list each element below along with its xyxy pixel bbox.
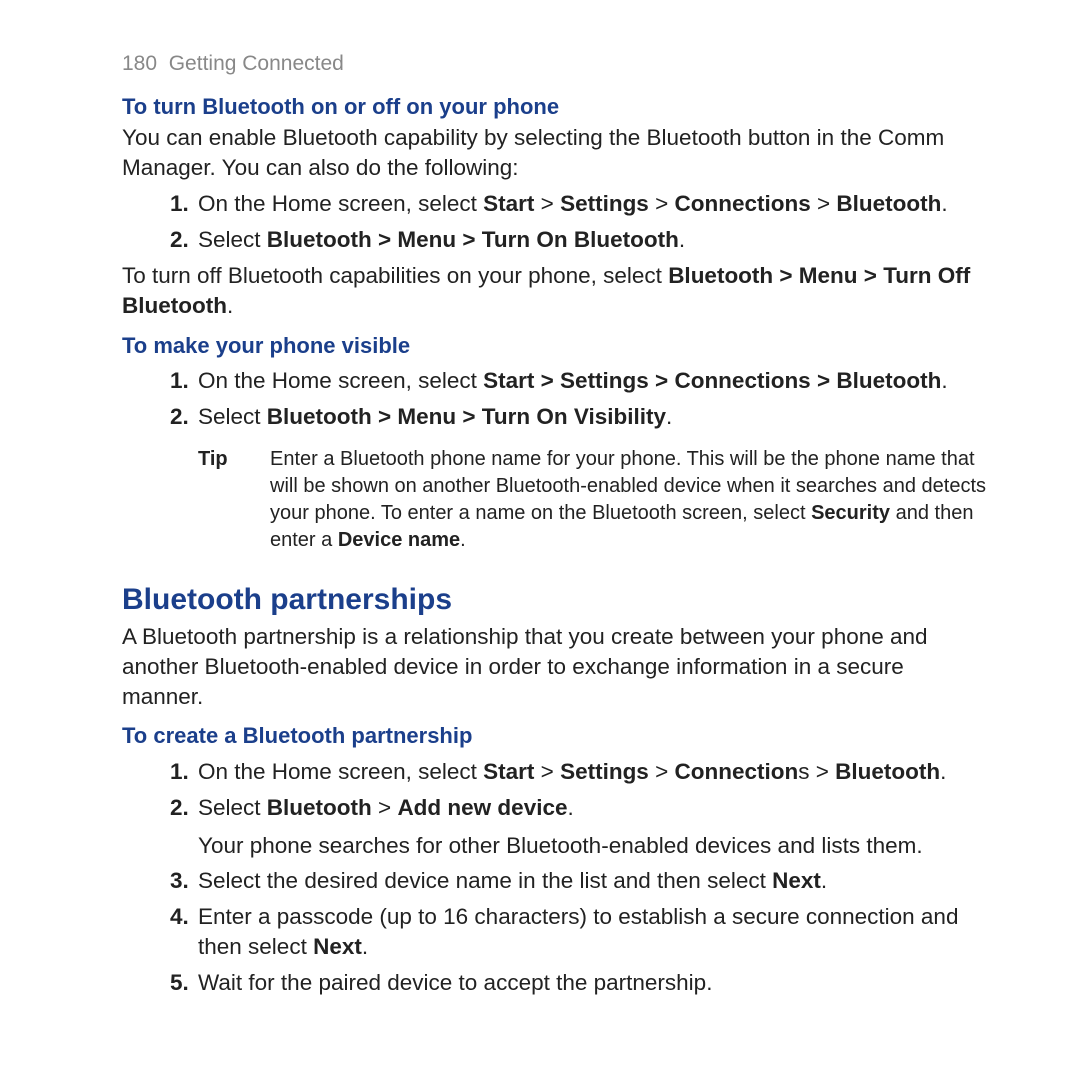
page-number: 180: [122, 52, 157, 75]
list-item: 4.Enter a passcode (up to 16 characters)…: [170, 902, 988, 962]
list-item: 1.On the Home screen, select Start > Set…: [170, 757, 988, 787]
list-item: 2.Select Bluetooth > Menu > Turn On Visi…: [170, 402, 988, 432]
tip-label: Tip: [198, 446, 270, 554]
bluetooth-onoff-steps: 1.On the Home screen, select Start > Set…: [170, 189, 988, 255]
partnerships-intro: A Bluetooth partnership is a relationshi…: [122, 622, 988, 712]
list-item: 2.Select Bluetooth > Menu > Turn On Blue…: [170, 225, 988, 255]
manual-page: 180 Getting Connected To turn Bluetooth …: [0, 0, 1080, 1080]
list-item: 5.Wait for the paired device to accept t…: [170, 968, 988, 998]
tip-text: Enter a Bluetooth phone name for your ph…: [270, 446, 988, 554]
subheading-bluetooth-onoff: To turn Bluetooth on or off on your phon…: [122, 92, 988, 121]
partnership-steps: 1.On the Home screen, select Start > Set…: [170, 757, 988, 998]
tip-block: Tip Enter a Bluetooth phone name for you…: [198, 446, 988, 554]
list-item: 3.Select the desired device name in the …: [170, 866, 988, 896]
bluetooth-off-note: To turn off Bluetooth capabilities on yo…: [122, 261, 988, 321]
list-item: 1.On the Home screen, select Start > Set…: [170, 366, 988, 396]
step-body: Your phone searches for other Bluetooth-…: [198, 831, 988, 861]
running-header: 180 Getting Connected: [122, 50, 988, 78]
bluetooth-onoff-intro: You can enable Bluetooth capability by s…: [122, 123, 988, 183]
heading-partnerships: Bluetooth partnerships: [122, 580, 988, 620]
list-item: 2.Select Bluetooth > Add new device. You…: [170, 793, 988, 861]
subheading-create-partnership: To create a Bluetooth partnership: [122, 721, 988, 750]
section-title: Getting Connected: [169, 52, 344, 75]
list-item: 1.On the Home screen, select Start > Set…: [170, 189, 988, 219]
subheading-visible: To make your phone visible: [122, 331, 988, 360]
visible-steps: 1.On the Home screen, select Start > Set…: [170, 366, 988, 432]
